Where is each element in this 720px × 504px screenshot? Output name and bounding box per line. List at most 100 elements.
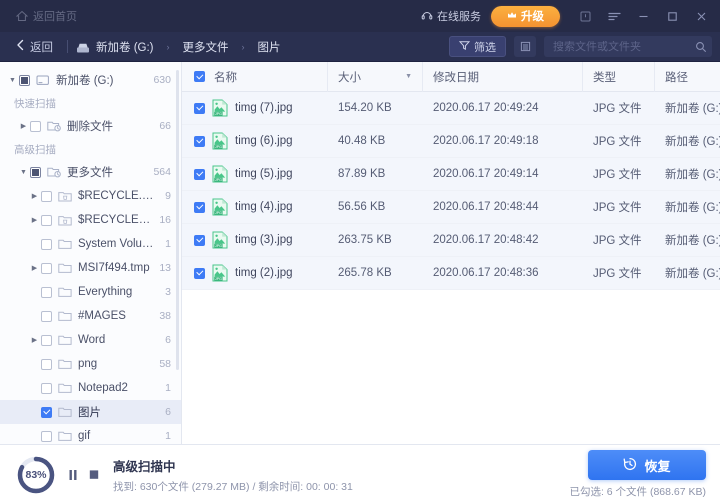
sidebar-item-checkbox[interactable] bbox=[30, 121, 41, 132]
table-row[interactable]: JPGtimg (2).jpg265.78 KB2020.06.17 20:48… bbox=[182, 257, 720, 290]
sidebar-item-checkbox[interactable] bbox=[41, 359, 52, 370]
sidebar-item-label: gif bbox=[78, 430, 159, 442]
drive-icon bbox=[36, 74, 50, 86]
sidebar-item-checkbox[interactable] bbox=[41, 311, 52, 322]
chevron-right-icon[interactable]: ▶ bbox=[17, 122, 30, 130]
sidebar-item-label: png bbox=[78, 358, 153, 370]
sidebar-item-checkbox[interactable] bbox=[41, 407, 52, 418]
sidebar-tree-item[interactable]: ▶$RECYCLE.BIN16 bbox=[0, 208, 181, 232]
sidebar-item-checkbox[interactable] bbox=[19, 75, 30, 86]
row-checkbox[interactable] bbox=[194, 235, 205, 246]
sidebar-tree-item[interactable]: ▶删除文件66 bbox=[0, 114, 181, 138]
stop-icon[interactable] bbox=[89, 469, 99, 481]
breadcrumb-item-2[interactable]: 图片 bbox=[258, 39, 281, 55]
sidebar-item-checkbox[interactable] bbox=[41, 191, 52, 202]
sidebar-tree-item[interactable]: ▶Notepad21 bbox=[0, 376, 181, 400]
breadcrumb-item-1[interactable]: 更多文件 bbox=[183, 39, 229, 55]
folder-icon bbox=[58, 310, 72, 322]
sidebar-tree-item[interactable]: ▶gif1 bbox=[0, 424, 181, 444]
jpg-file-icon: JPG bbox=[212, 198, 228, 216]
sidebar-tree-item[interactable]: ▶#MAGES38 bbox=[0, 304, 181, 328]
column-header-type[interactable]: 类型 bbox=[583, 62, 655, 92]
folder-icon bbox=[58, 238, 72, 250]
menu-icon[interactable] bbox=[601, 4, 627, 28]
table-row[interactable]: JPGtimg (4).jpg56.56 KB2020.06.17 20:48:… bbox=[182, 191, 720, 224]
chevron-down-icon[interactable]: ▼ bbox=[17, 169, 30, 176]
search-icon[interactable] bbox=[695, 41, 707, 53]
column-header-name[interactable]: 名称 bbox=[182, 62, 328, 92]
jpg-file-icon: JPG bbox=[212, 165, 228, 183]
sidebar-item-checkbox[interactable] bbox=[41, 287, 52, 298]
caret-down-icon[interactable]: ▼ bbox=[405, 73, 412, 80]
maximize-icon[interactable] bbox=[659, 4, 685, 28]
search-box[interactable] bbox=[544, 36, 712, 57]
chevron-right-icon[interactable]: ▶ bbox=[28, 192, 41, 200]
chevron-right-icon[interactable]: ▶ bbox=[28, 336, 41, 344]
back-to-home-button[interactable]: 返回首页 bbox=[10, 5, 83, 27]
svg-text:JPG: JPG bbox=[215, 145, 222, 149]
sidebar-item-checkbox[interactable] bbox=[30, 167, 41, 178]
app-icon[interactable] bbox=[572, 4, 598, 28]
folder-icon bbox=[58, 334, 72, 346]
cell-size: 265.78 KB bbox=[328, 257, 423, 290]
back-button[interactable]: 返回 bbox=[10, 37, 59, 57]
sidebar-item-checkbox[interactable] bbox=[41, 431, 52, 442]
sidebar-tree[interactable]: ▼新加卷 (G:)630快速扫描▶删除文件66高级扫描▼更多文件564▶$REC… bbox=[0, 62, 182, 444]
upgrade-button[interactable]: 升级 bbox=[491, 6, 560, 27]
sidebar-item-checkbox[interactable] bbox=[41, 215, 52, 226]
list-view-icon[interactable] bbox=[514, 36, 536, 57]
table-row[interactable]: JPGtimg (6).jpg40.48 KB2020.06.17 20:49:… bbox=[182, 125, 720, 158]
online-service-button[interactable]: 在线服务 bbox=[421, 8, 481, 24]
file-table-body[interactable]: JPGtimg (7).jpg154.20 KB2020.06.17 20:49… bbox=[182, 92, 720, 444]
row-checkbox[interactable] bbox=[194, 268, 205, 279]
sidebar-item-checkbox[interactable] bbox=[41, 335, 52, 346]
svg-text:JPG: JPG bbox=[215, 244, 222, 248]
row-checkbox[interactable] bbox=[194, 169, 205, 180]
sidebar-tree-item[interactable]: ▶Everything3 bbox=[0, 280, 181, 304]
column-header-date[interactable]: 修改日期 bbox=[423, 62, 583, 92]
recover-button[interactable]: 恢复 bbox=[588, 450, 706, 480]
folder-icon bbox=[58, 430, 72, 442]
sidebar-tree-item[interactable]: ▼新加卷 (G:)630 bbox=[0, 68, 181, 92]
sidebar-item-label: 图片 bbox=[78, 404, 159, 420]
table-row[interactable]: JPGtimg (3).jpg263.75 KB2020.06.17 20:48… bbox=[182, 224, 720, 257]
sidebar-tree-item[interactable]: ▶Word6 bbox=[0, 328, 181, 352]
sidebar-tree-item[interactable]: ▶MSI7f494.tmp13 bbox=[0, 256, 181, 280]
sidebar-tree-item[interactable]: ▶System Volume Inf...1 bbox=[0, 232, 181, 256]
svg-text:JPG: JPG bbox=[215, 178, 222, 182]
sidebar-item-checkbox[interactable] bbox=[41, 383, 52, 394]
column-header-path[interactable]: 路径 bbox=[655, 62, 720, 92]
table-row[interactable]: JPGtimg (5).jpg87.89 KB2020.06.17 20:49:… bbox=[182, 158, 720, 191]
sidebar-tree-item[interactable]: ▶图片6 bbox=[0, 400, 181, 424]
breadcrumb-item-0[interactable]: 新加卷 (G:) bbox=[96, 39, 154, 55]
chevron-down-icon[interactable]: ▼ bbox=[6, 77, 19, 84]
sidebar-item-checkbox[interactable] bbox=[41, 263, 52, 274]
sidebar-tree-item[interactable]: ▼更多文件564 bbox=[0, 160, 181, 184]
cell-path: 新加卷 (G:)\更多文件... bbox=[655, 191, 720, 224]
row-checkbox[interactable] bbox=[194, 103, 205, 114]
sidebar-tree-item[interactable]: ▶png58 bbox=[0, 352, 181, 376]
search-input[interactable] bbox=[553, 41, 695, 53]
chevron-right-icon[interactable]: ▶ bbox=[28, 216, 41, 224]
cell-date: 2020.06.17 20:48:42 bbox=[423, 224, 583, 257]
filter-label: 筛选 bbox=[474, 39, 496, 55]
sidebar-scrollbar[interactable] bbox=[176, 70, 179, 370]
progress-percent-label: 83% bbox=[16, 455, 56, 495]
chevron-right-icon[interactable]: ▶ bbox=[28, 264, 41, 272]
pause-icon[interactable] bbox=[68, 469, 78, 481]
filter-button[interactable]: 筛选 bbox=[449, 36, 506, 57]
upgrade-label: 升级 bbox=[521, 8, 544, 24]
sidebar-tree-item[interactable]: ▶$RECYCLE.BIN9 bbox=[0, 184, 181, 208]
sidebar-item-label: $RECYCLE.BIN bbox=[78, 190, 159, 202]
folder-clock-icon bbox=[47, 120, 61, 132]
close-icon[interactable] bbox=[688, 4, 714, 28]
column-header-size[interactable]: 大小 ▼ bbox=[328, 62, 423, 92]
drive-icon bbox=[76, 41, 90, 53]
row-checkbox[interactable] bbox=[194, 136, 205, 147]
row-checkbox[interactable] bbox=[194, 202, 205, 213]
table-row[interactable]: JPGtimg (7).jpg154.20 KB2020.06.17 20:49… bbox=[182, 92, 720, 125]
minimize-icon[interactable] bbox=[630, 4, 656, 28]
cell-path: 新加卷 (G:)\更多文件... bbox=[655, 224, 720, 257]
sidebar-item-checkbox[interactable] bbox=[41, 239, 52, 250]
select-all-checkbox[interactable] bbox=[194, 71, 205, 82]
